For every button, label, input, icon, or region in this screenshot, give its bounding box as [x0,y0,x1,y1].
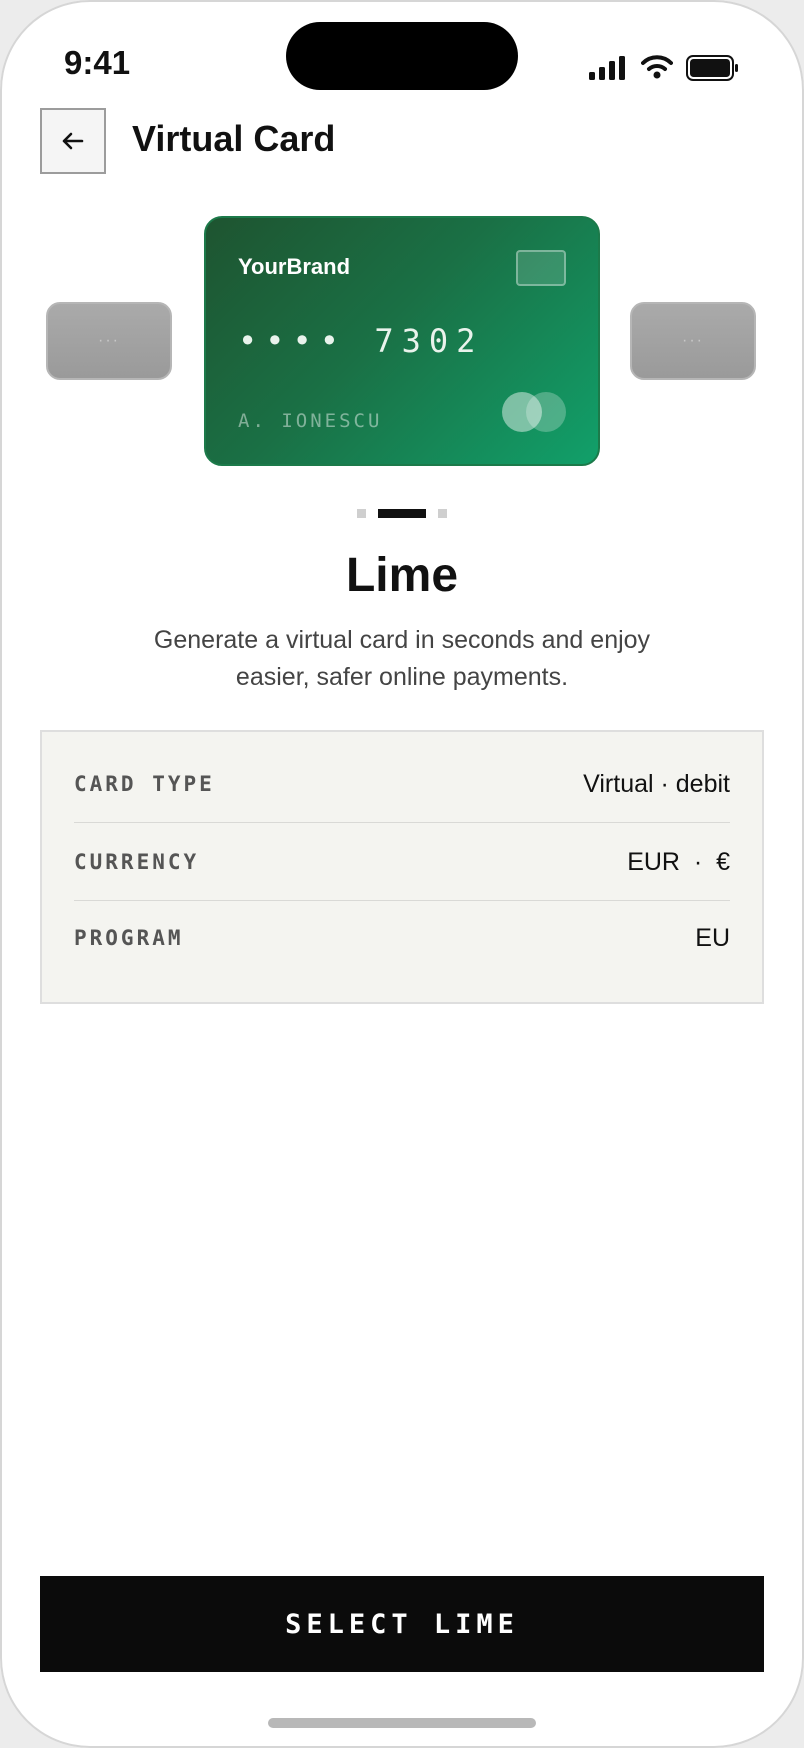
detail-row-currency: CURRENCY EUR · € [74,824,730,901]
cellular-signal-icon [589,56,625,80]
card-brand: YourBrand [238,254,351,279]
battery-icon [686,55,738,81]
card-network-logo-icon [502,392,572,436]
virtual-card[interactable]: YourBrand •••• 7302 A. IONESCU [204,216,600,466]
status-time: 9:41 [64,44,131,81]
previous-card-preview[interactable]: ··· [46,302,172,380]
card-chip-icon [516,250,566,286]
detail-value: EUR · € [627,847,730,876]
select-plan-button[interactable]: SELECT LIME [40,1576,764,1672]
previous-card-placeholder: ··· [98,332,120,349]
page-title: Virtual Card [132,118,336,159]
plan-name: Lime [345,549,459,602]
page-dot[interactable] [357,509,366,518]
card-number: •••• 7302 [238,322,484,360]
home-indicator [268,1718,536,1728]
phone-screen: 9:41 Virtual Card ··· ··· YourBrand ••••… [0,0,804,1748]
next-card-preview[interactable]: ··· [630,302,756,380]
wifi-icon [641,55,673,79]
plan-description: Generate a virtual card in seconds and e… [153,626,651,691]
detail-value: EU [695,923,730,952]
arrow-left-icon [62,132,84,150]
detail-label: PROGRAM [74,926,184,950]
next-card-placeholder: ··· [682,332,704,349]
detail-label: CARD TYPE [74,772,215,796]
detail-row-program: PROGRAM EU [74,900,730,976]
dynamic-island [286,22,518,90]
card-holder: A. IONESCU [238,410,383,432]
page-dot[interactable] [438,509,447,518]
card-details-panel: CARD TYPE Virtual · debit CURRENCY EUR ·… [40,730,764,1004]
detail-value: Virtual · debit [583,769,730,798]
detail-row-card-type: CARD TYPE Virtual · debit [74,746,730,823]
page-dot-active[interactable] [378,509,426,518]
back-button[interactable] [40,108,106,174]
detail-label: CURRENCY [74,850,200,874]
